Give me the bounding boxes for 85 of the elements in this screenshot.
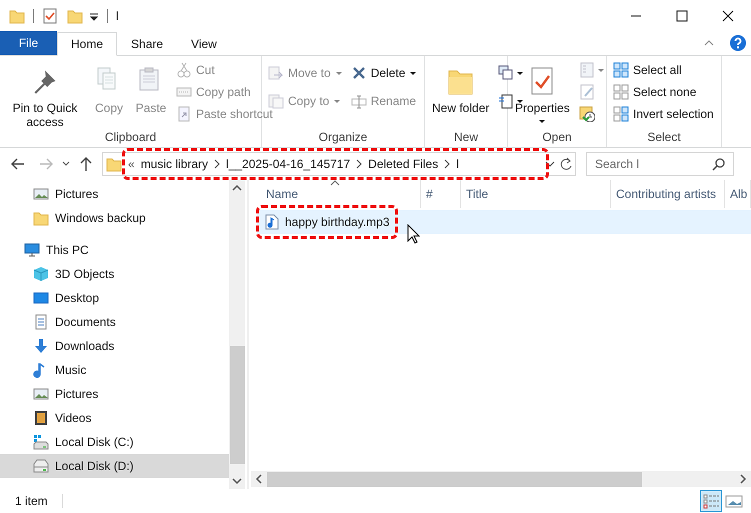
document-icon <box>33 314 49 330</box>
film-icon <box>33 410 49 426</box>
group-label: Clipboard <box>104 129 158 146</box>
picture-icon <box>33 386 49 402</box>
column-header[interactable]: Contributing artists <box>611 180 725 208</box>
edit-icon <box>578 84 595 100</box>
nav-item[interactable]: 3D Objects <box>0 262 229 286</box>
details-view-icon <box>701 492 721 510</box>
file-name: happy birthday.mp3 <box>285 214 390 231</box>
picture-icon <box>33 186 49 202</box>
nav-item[interactable]: Local Disk (D:) <box>0 454 229 478</box>
shortcut-icon <box>176 106 192 122</box>
grid-icon <box>613 84 629 100</box>
folder-icon <box>106 156 122 172</box>
mouse-cursor-icon <box>407 224 421 244</box>
download-icon <box>33 338 49 354</box>
ribbon-tab[interactable]: View <box>177 32 231 56</box>
grid-icon <box>613 106 629 122</box>
breadcrumb[interactable]: Deleted Files <box>368 155 438 173</box>
nav-item[interactable]: Windows backup <box>0 206 229 230</box>
ribbon-button[interactable]: Pin to Quick access <box>4 59 86 129</box>
search-field[interactable]: Search l <box>586 152 734 176</box>
nav-item[interactable]: Documents <box>0 310 229 334</box>
properties-icon[interactable] <box>42 8 58 24</box>
help-icon[interactable] <box>729 34 747 52</box>
chevron-icon <box>356 159 362 169</box>
search-icon <box>712 157 726 171</box>
group-label: Select <box>646 129 682 146</box>
ribbon-button[interactable]: New folder <box>429 59 492 115</box>
drive-icon <box>33 458 49 474</box>
scrollbar[interactable] <box>229 180 245 489</box>
breadcrumb[interactable]: music library <box>140 155 208 173</box>
window-title: l <box>116 8 119 25</box>
list-icon <box>578 62 595 78</box>
ribbon-button[interactable]: Properties <box>512 59 573 125</box>
scrollbar-thumb[interactable] <box>230 346 244 464</box>
ribbon-tab[interactable]: File <box>0 31 57 55</box>
ribbon-button[interactable]: Select none <box>611 81 716 103</box>
drive-icon <box>33 434 49 450</box>
nav-item[interactable]: Desktop <box>0 286 229 310</box>
ribbon-button[interactable]: Invert selection <box>611 103 716 125</box>
column-header[interactable]: Alb <box>725 180 751 208</box>
group-label: Open <box>541 129 573 146</box>
scissors-icon <box>176 62 192 78</box>
item-count: 1 item <box>15 493 48 510</box>
view-button[interactable] <box>700 490 722 512</box>
folder-icon <box>33 210 49 226</box>
address-bar[interactable]: « music library l__2025-04-16_145717 Deleted Files l <box>102 152 576 176</box>
grid-icon <box>613 62 629 78</box>
scrollbar[interactable] <box>251 471 751 487</box>
ribbon-tab[interactable]: Share <box>117 32 178 56</box>
chevron-icon <box>444 159 450 169</box>
overflow-chevron[interactable]: « <box>128 155 135 173</box>
scrollbar-thumb[interactable] <box>267 472 642 486</box>
new-item-icon <box>498 65 514 81</box>
breadcrumb[interactable]: l__2025-04-16_145717 <box>226 155 350 173</box>
column-header[interactable]: Name <box>261 180 421 208</box>
sort-icon <box>330 180 340 186</box>
cube-icon <box>33 266 49 282</box>
nav-item[interactable]: Pictures <box>0 382 229 406</box>
nav-item[interactable]: Videos <box>0 406 229 430</box>
column-header[interactable]: Title <box>461 180 611 208</box>
ribbon-button[interactable]: Delete <box>348 62 420 84</box>
group-label: Organize <box>318 129 368 146</box>
audio-file-icon <box>264 214 280 230</box>
chevron-icon <box>214 159 220 169</box>
nav-item[interactable]: Local Disk (C:) <box>0 430 229 454</box>
monitor-icon <box>33 290 49 306</box>
nav-item[interactable]: This PC <box>0 238 229 262</box>
copy-icon <box>268 93 284 109</box>
nav-item[interactable]: Downloads <box>0 334 229 358</box>
ribbon-button[interactable]: Select all <box>611 59 716 81</box>
nav-item[interactable]: Pictures <box>0 182 229 206</box>
group-label: New <box>452 129 479 146</box>
file-row[interactable]: happy birthday.mp3 <box>257 210 751 234</box>
ribbon-tab[interactable]: Home <box>57 32 118 56</box>
move-icon <box>268 65 284 81</box>
breadcrumb[interactable]: l <box>456 155 459 173</box>
document-icon <box>498 93 514 109</box>
column-header[interactable]: # <box>421 180 461 208</box>
computer-icon <box>24 242 40 258</box>
nav-item[interactable]: Music <box>0 358 229 382</box>
rename-icon <box>350 93 367 109</box>
x-icon <box>350 65 367 81</box>
history-icon <box>578 106 595 122</box>
